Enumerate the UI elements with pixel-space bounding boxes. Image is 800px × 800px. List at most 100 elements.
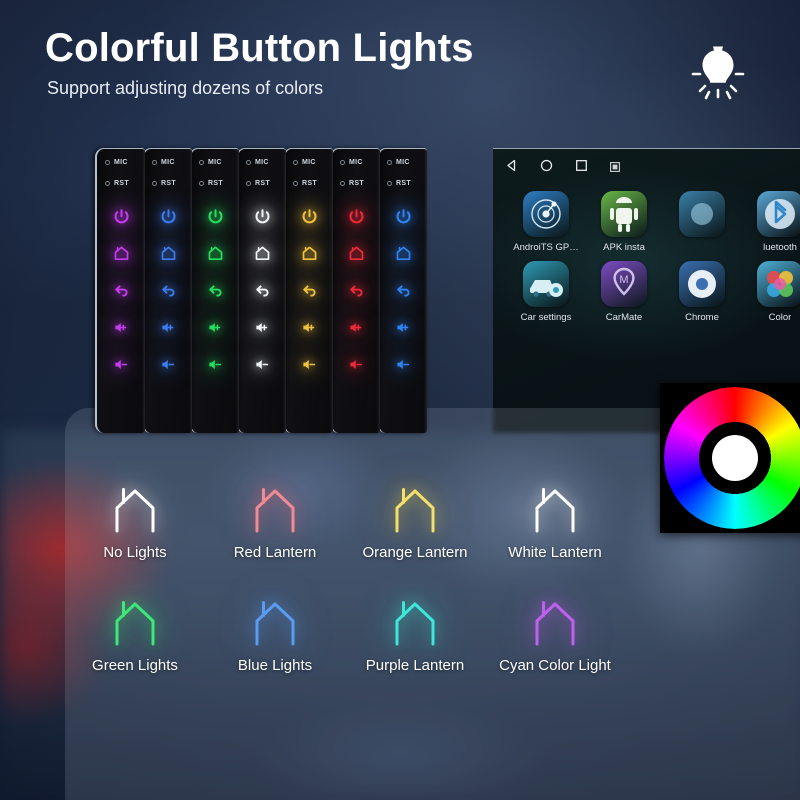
volume-up-icon[interactable] bbox=[204, 316, 226, 338]
lantern-option-purple-lantern[interactable]: Purple Lantern bbox=[345, 599, 485, 674]
app-carmate[interactable]: M CarMate bbox=[585, 261, 663, 323]
app-car-settings[interactable]: Car settings bbox=[507, 261, 585, 323]
mic-hole bbox=[199, 160, 204, 165]
device-panel-white[interactable]: MIC RST bbox=[236, 148, 286, 433]
house-lantern-icon[interactable] bbox=[248, 599, 302, 647]
power-icon[interactable] bbox=[110, 205, 132, 227]
volume-down-icon[interactable] bbox=[204, 353, 226, 375]
back-icon[interactable] bbox=[110, 279, 132, 301]
house-lantern-icon[interactable] bbox=[528, 599, 582, 647]
lantern-option-orange-lantern[interactable]: Orange Lantern bbox=[345, 486, 485, 561]
app-chrome[interactable]: Chrome bbox=[663, 261, 741, 323]
volume-down-icon[interactable] bbox=[157, 353, 179, 375]
app-hidden[interactable] bbox=[663, 191, 741, 253]
mic-hole bbox=[387, 160, 392, 165]
volume-up-icon[interactable] bbox=[392, 316, 414, 338]
lantern-option-blue-lights[interactable]: Blue Lights bbox=[205, 599, 345, 674]
color-wheel-picker[interactable] bbox=[660, 383, 800, 533]
lantern-label: White Lantern bbox=[508, 544, 602, 561]
volume-down-icon[interactable] bbox=[110, 353, 132, 375]
device-panel-blue[interactable]: MIC RST bbox=[142, 148, 192, 433]
recents-square-icon[interactable] bbox=[575, 159, 588, 177]
home-icon[interactable] bbox=[392, 242, 414, 264]
carmate-icon[interactable]: M bbox=[601, 261, 647, 307]
screenshot-icon[interactable] bbox=[610, 159, 620, 177]
back-icon[interactable] bbox=[298, 279, 320, 301]
volume-down-icon[interactable] bbox=[298, 353, 320, 375]
car-settings-icon[interactable] bbox=[523, 261, 569, 307]
app-label: luetooth bbox=[763, 242, 797, 253]
volume-up-icon[interactable] bbox=[345, 316, 367, 338]
house-lantern-icon[interactable] bbox=[388, 486, 442, 534]
rst-label: RST bbox=[199, 180, 223, 187]
device-panel-orange[interactable]: MIC RST bbox=[283, 148, 333, 433]
lantern-option-cyan-color-light[interactable]: Cyan Color Light bbox=[485, 599, 625, 674]
power-icon[interactable] bbox=[157, 205, 179, 227]
back-icon[interactable] bbox=[251, 279, 273, 301]
volume-down-icon[interactable] bbox=[392, 353, 414, 375]
lantern-option-white-lantern[interactable]: White Lantern bbox=[485, 486, 625, 561]
gps-radar-icon[interactable] bbox=[523, 191, 569, 237]
volume-up-icon[interactable] bbox=[157, 316, 179, 338]
home-icon[interactable] bbox=[157, 242, 179, 264]
page-subtitle: Support adjusting dozens of colors bbox=[47, 78, 324, 98]
rst-text: RST bbox=[208, 180, 223, 187]
app-apk-insta[interactable]: APK insta bbox=[585, 191, 663, 253]
app-label: APK insta bbox=[603, 242, 645, 253]
device-stack: MIC RST MIC RST MIC RST MIC RST MIC RST MIC RST MIC R… bbox=[95, 148, 800, 533]
back-icon[interactable] bbox=[204, 279, 226, 301]
app-color[interactable]: Color bbox=[741, 261, 800, 323]
android-robot-icon[interactable] bbox=[601, 191, 647, 237]
back-icon[interactable] bbox=[345, 279, 367, 301]
volume-up-icon[interactable] bbox=[110, 316, 132, 338]
lantern-option-red-lantern[interactable]: Red Lantern bbox=[205, 486, 345, 561]
back-icon[interactable] bbox=[392, 279, 414, 301]
power-icon[interactable] bbox=[251, 205, 273, 227]
app-luetooth[interactable]: luetooth bbox=[741, 191, 800, 253]
home-circle-icon[interactable] bbox=[540, 159, 553, 177]
bluetooth-icon[interactable] bbox=[757, 191, 800, 237]
power-icon[interactable] bbox=[392, 205, 414, 227]
volume-down-icon[interactable] bbox=[251, 353, 273, 375]
power-icon[interactable] bbox=[298, 205, 320, 227]
mic-label: MIC bbox=[246, 159, 269, 166]
rst-text: RST bbox=[349, 180, 364, 187]
volume-down-icon[interactable] bbox=[345, 353, 367, 375]
chrome-icon[interactable] bbox=[679, 261, 725, 307]
home-icon[interactable] bbox=[251, 242, 273, 264]
lantern-option-no-lights[interactable]: No Lights bbox=[65, 486, 205, 561]
house-lantern-icon[interactable] bbox=[528, 486, 582, 534]
mic-label: MIC bbox=[340, 159, 363, 166]
lantern-label: Blue Lights bbox=[237, 657, 313, 674]
color-flower-icon[interactable] bbox=[757, 261, 800, 307]
rst-hole bbox=[152, 181, 157, 186]
volume-up-icon[interactable] bbox=[298, 316, 320, 338]
device-panel-red[interactable]: MIC RST bbox=[330, 148, 380, 433]
app-androits-gp[interactable]: AndroiTS GP… bbox=[507, 191, 585, 253]
device-panel-cyan-blue[interactable]: MIC RST bbox=[377, 148, 427, 433]
device-panel-green[interactable]: MIC RST bbox=[189, 148, 239, 433]
app-grid[interactable]: AndroiTS GP…APK instaluetoothBoo Car set… bbox=[507, 191, 800, 331]
home-icon[interactable] bbox=[345, 242, 367, 264]
device-panel-purple[interactable]: MIC RST bbox=[95, 148, 145, 433]
rst-text: RST bbox=[161, 180, 176, 187]
rst-hole bbox=[340, 181, 345, 186]
house-lantern-icon[interactable] bbox=[108, 599, 162, 647]
volume-up-icon[interactable] bbox=[251, 316, 273, 338]
back-triangle-icon[interactable] bbox=[505, 159, 518, 177]
navigation-bar[interactable] bbox=[505, 159, 620, 177]
house-lantern-icon[interactable] bbox=[388, 599, 442, 647]
home-icon[interactable] bbox=[110, 242, 132, 264]
power-icon[interactable] bbox=[345, 205, 367, 227]
home-icon[interactable] bbox=[204, 242, 226, 264]
power-icon[interactable] bbox=[204, 205, 226, 227]
home-icon[interactable] bbox=[298, 242, 320, 264]
lantern-option-green-lights[interactable]: Green Lights bbox=[65, 599, 205, 674]
house-lantern-icon[interactable] bbox=[108, 486, 162, 534]
mic-text: MIC bbox=[208, 159, 222, 166]
hidden-icon[interactable] bbox=[679, 191, 725, 237]
color-wheel-center-swatch[interactable] bbox=[712, 435, 758, 481]
mic-hole bbox=[340, 160, 345, 165]
house-lantern-icon[interactable] bbox=[248, 486, 302, 534]
back-icon[interactable] bbox=[157, 279, 179, 301]
